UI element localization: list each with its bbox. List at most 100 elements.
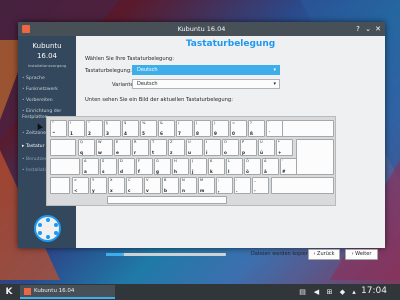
key: ;,: [216, 177, 233, 194]
key: Bb: [162, 177, 179, 194]
key-shift-label: N: [182, 178, 185, 182]
key-label: b: [164, 188, 167, 193]
key-label: t: [152, 150, 155, 155]
close-button[interactable]: ✕: [374, 25, 382, 33]
network-icon[interactable]: ◆: [338, 287, 347, 297]
taskbar-task-kubuntu[interactable]: Kubuntu 16.04: [20, 285, 115, 299]
key-shift-label: A: [84, 159, 87, 163]
key-label: w: [98, 150, 102, 155]
key-shift-label: H: [174, 159, 177, 163]
sidebar-item-label: Tastatur: [26, 144, 45, 149]
key-label: ß: [250, 131, 254, 136]
key-label: z: [170, 150, 173, 155]
key-enter: [296, 139, 334, 175]
key: Ss: [100, 158, 117, 175]
key-label: 5: [142, 131, 145, 136]
variant-select[interactable]: Deutsch ▾: [132, 79, 280, 89]
key: Ää: [262, 158, 279, 175]
task-label: Kubuntu 16.04: [34, 288, 75, 294]
key: ! 1: [68, 120, 85, 137]
key-shift-label: G: [156, 159, 159, 163]
key-shift-left: [50, 177, 70, 194]
key-shift-label: K: [210, 159, 213, 163]
key: ' #: [280, 158, 297, 175]
key: Öö: [244, 158, 261, 175]
key-shift-label: ?: [250, 121, 252, 125]
app-icon: [24, 288, 31, 295]
key: Jj: [190, 158, 207, 175]
key-shift-label: F: [138, 159, 141, 163]
key-shift-label: U: [188, 140, 191, 144]
key-label: x: [110, 188, 113, 193]
window-titlebar[interactable]: Kubuntu 16.04 ? ⌄ ✕: [18, 22, 385, 36]
key-label: j: [192, 169, 194, 174]
key-label: q: [80, 150, 83, 155]
key-label: 2: [88, 131, 91, 136]
key-shift-label: !: [70, 121, 72, 125]
key-shift-label: S: [102, 159, 105, 163]
minimize-button[interactable]: ⌄: [364, 25, 372, 33]
key-shift-label: =: [232, 121, 236, 125]
layout-prompt: Wählen Sie Ihre Tastaturbelegung:: [85, 56, 174, 62]
chevron-down-icon: ▾: [273, 67, 276, 73]
key-label: i: [206, 150, 208, 155]
key: * +: [276, 139, 293, 156]
key-label: ü: [260, 150, 263, 155]
help-button[interactable]: ?: [354, 25, 362, 33]
key-shift-label: O: [224, 140, 227, 144]
key-label: 0: [232, 131, 235, 136]
sidebar-item-sprache: •Sprache: [22, 76, 74, 82]
tray-expand-icon[interactable]: ▴: [350, 287, 358, 297]
clock[interactable]: 17:04: [361, 286, 387, 296]
key: (8: [194, 120, 211, 137]
taskbar: K Kubuntu 16.04 ▤ ◀ ⊞ ◆ ▴ 17:04: [0, 284, 400, 300]
layout-select[interactable]: Deutsch ▾: [132, 65, 280, 75]
kde-launcher-icon[interactable]: K: [3, 286, 15, 298]
key-shift-label: :: [236, 178, 238, 182]
key-backspace: [280, 120, 334, 137]
key-shift-label: M: [200, 178, 204, 182]
key: Ww: [96, 139, 113, 156]
page-title: Tastaturbelegung: [185, 39, 276, 49]
key-shift-label: >: [74, 178, 78, 182]
variant-select-value: Deutsch: [137, 81, 158, 87]
key-label: -: [254, 188, 256, 193]
key-shift-label: D: [120, 159, 123, 163]
key-label: o: [224, 150, 227, 155]
key: Cc: [126, 177, 143, 194]
back-button[interactable]: ‹ Zurück: [308, 249, 340, 260]
key-shift-label: ;: [218, 178, 220, 182]
keyboard-caption: Unten sehen Sie ein Bild der aktuellen T…: [85, 97, 233, 103]
key-label: p: [242, 150, 245, 155]
key-shift-label: L: [228, 159, 231, 163]
key: Ii: [204, 139, 221, 156]
key: /7: [176, 120, 193, 137]
key-shift-label: %: [142, 121, 146, 125]
next-button[interactable]: › Weiter: [345, 249, 378, 260]
key-shift-label: Y: [92, 178, 95, 182]
volume-icon[interactable]: ◀: [312, 287, 321, 297]
key-shift-label: R: [134, 140, 137, 144]
key-shift-label: Q: [80, 140, 83, 144]
key: & 6: [158, 120, 175, 137]
sidebar-item-vorbereiten: •Vorbereiten: [22, 98, 74, 104]
key-label: 6: [160, 131, 163, 136]
key-shift-label: /: [178, 121, 180, 125]
key-label: 9: [214, 131, 217, 136]
key: Qq: [78, 139, 95, 156]
key-shift-label: W: [98, 140, 102, 144]
key-label: #: [282, 169, 286, 174]
key-shift-label: ): [214, 121, 216, 125]
key-label: e: [116, 150, 119, 155]
key: > <: [72, 177, 89, 194]
key-shift-label: °: [52, 121, 54, 125]
key: Kk: [208, 158, 225, 175]
key: Xx: [108, 177, 125, 194]
key-label: m: [200, 188, 205, 193]
kubuntu-logo-icon: [34, 215, 61, 242]
key-label: 8: [196, 131, 199, 136]
key: = 0: [230, 120, 247, 137]
notifications-icon[interactable]: ⊞: [325, 287, 334, 297]
clipboard-icon[interactable]: ▤: [298, 287, 307, 297]
key: Üü: [258, 139, 275, 156]
